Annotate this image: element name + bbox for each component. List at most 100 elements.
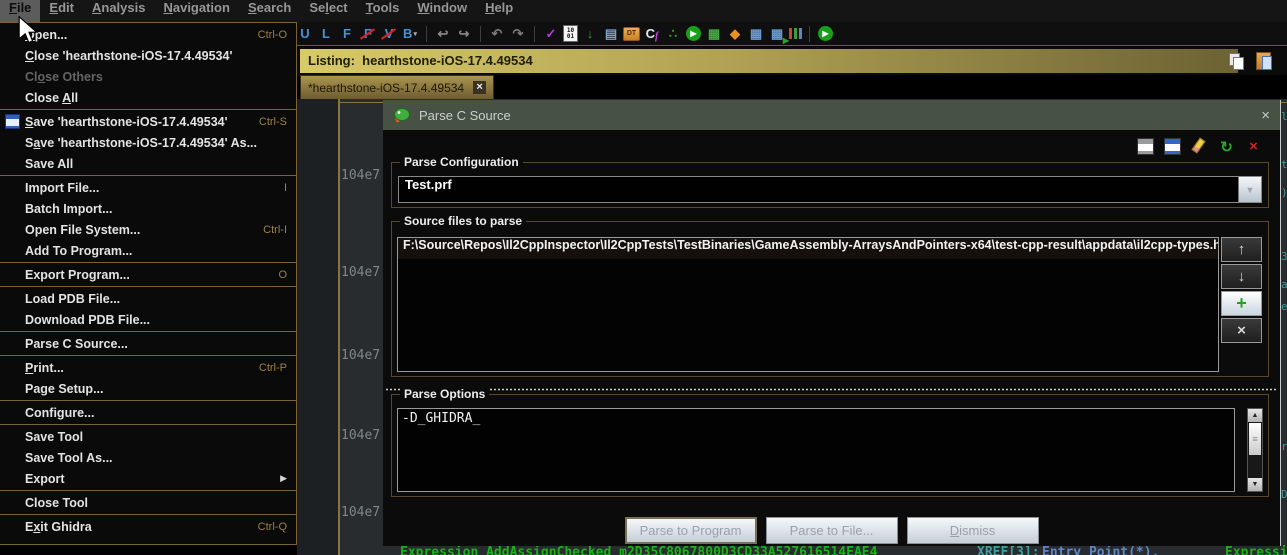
menubar-item-edit[interactable]: Edit — [40, 0, 83, 22]
format-underline-icon[interactable]: U — [296, 25, 314, 43]
save-profile-icon[interactable] — [1137, 138, 1154, 155]
table-export-icon[interactable]: ▦▶ — [768, 25, 786, 43]
address-label: 104e7 — [341, 428, 380, 443]
data-type-manager-icon[interactable]: DT — [623, 27, 640, 41]
main-toolbar: ULFFVB▾↩↪↶↷✓1001↓▤DTCf∴▶▦◆▦▦▶▶ — [292, 22, 1287, 46]
menu-item-save-tool[interactable]: Save Tool — [0, 426, 296, 447]
menu-item-open[interactable]: Open...Ctrl-O — [0, 24, 296, 45]
menu-item-add-to-program[interactable]: Add To Program... — [0, 240, 296, 261]
menu-item-save-tool-as[interactable]: Save Tool As... — [0, 447, 296, 468]
parse-options-input[interactable]: -D_GHIDRA_ — [397, 408, 1235, 492]
splitter-handle[interactable] — [385, 388, 1278, 391]
menu-item-page-setup[interactable]: Page Setup... — [0, 378, 296, 399]
dialog-body: ↻× Parse Configuration Test.prf Source f… — [383, 130, 1280, 546]
assembly-text-segment: Entry Point(*), — [1042, 545, 1159, 555]
validate-icon[interactable]: ✓ — [542, 25, 560, 43]
assembly-line: Expression_AddAssignChecked_m2D35C806780… — [297, 545, 1287, 555]
tab-bar: *hearthstone-iOS-17.4.49534 — [297, 75, 1287, 99]
move-up-button[interactable]: ↑ — [1221, 237, 1262, 262]
clear-function-icon[interactable]: F — [359, 25, 377, 43]
clipped-char: e — [1281, 300, 1287, 313]
menu-item-close-all[interactable]: Close All — [0, 87, 296, 108]
bookmark-icon[interactable]: B▾ — [401, 25, 419, 43]
symbol-tree-icon[interactable]: ∴ — [664, 25, 682, 43]
source-files-list[interactable]: F:\Source\Repos\Il2CppInspector\Il2CppTe… — [397, 237, 1219, 372]
add-file-button[interactable]: + — [1221, 291, 1262, 316]
source-files-group: Source files to parse F:\Source\Repos\Il… — [391, 221, 1269, 377]
scroll-up-icon[interactable] — [1248, 409, 1262, 422]
parse-to-program-button[interactable]: Parse to Program — [625, 517, 757, 544]
mouse-cursor — [17, 16, 39, 44]
toolbar-separator — [480, 26, 481, 42]
menubar-item-tools[interactable]: Tools — [357, 0, 409, 22]
refresh-icon[interactable]: ↻ — [1218, 138, 1235, 155]
chevron-down-icon[interactable] — [1238, 177, 1261, 202]
parse-options-value: -D_GHIDRA_ — [402, 411, 480, 426]
menubar-item-select[interactable]: Select — [300, 0, 356, 22]
memory-icon[interactable]: ▦ — [705, 25, 723, 43]
diamond-icon[interactable]: ◆ — [726, 25, 744, 43]
dismiss-button[interactable]: Dismiss — [907, 517, 1039, 544]
tab-close-icon[interactable] — [473, 81, 486, 94]
paste-icon[interactable] — [1256, 52, 1271, 70]
scroll-down-icon[interactable] — [1248, 478, 1262, 491]
paste-previous-icon[interactable]: ↩ — [434, 25, 452, 43]
parse-to-file-button[interactable]: Parse to File... — [766, 517, 898, 544]
menu-item-print[interactable]: Print...Ctrl-P — [0, 357, 296, 378]
memory-map-icon[interactable]: ▤ — [602, 25, 620, 43]
remove-file-button[interactable]: × — [1221, 318, 1262, 343]
menu-item-close-hearthstone-ios-17-4-49534[interactable]: Close 'hearthstone-iOS-17.4.49534' — [0, 45, 296, 66]
menu-item-save-hearthstone-ios-17-4-49534-as[interactable]: Save 'hearthstone-iOS-17.4.49534' As... — [0, 132, 296, 153]
menu-item-exit-ghidra[interactable]: Exit GhidraCtrl-Q — [0, 516, 296, 537]
menubar-item-help[interactable]: Help — [476, 0, 522, 22]
table-icon[interactable]: ▦ — [747, 25, 765, 43]
paste-next-icon[interactable]: ↪ — [455, 25, 473, 43]
scrollbar-thumb[interactable] — [1249, 423, 1261, 455]
menubar-item-navigation[interactable]: Navigation — [154, 0, 238, 22]
clear-variable-icon[interactable]: V — [380, 25, 398, 43]
address-label: 104e7 — [341, 505, 380, 520]
byte-viewer-icon[interactable]: 1001 — [563, 25, 578, 42]
dialog-close-icon[interactable] — [1261, 107, 1270, 124]
dialog-titlebar[interactable]: Parse C Source — [383, 100, 1280, 130]
menu-item-load-pdb-file[interactable]: Load PDB File... — [0, 288, 296, 309]
copy-icon[interactable] — [1229, 53, 1243, 68]
clipped-char: ) — [1281, 186, 1287, 199]
import-icon[interactable]: ↓ — [581, 25, 599, 43]
menu-item-export[interactable]: Export▶ — [0, 468, 296, 489]
address-label: 104e7 — [341, 265, 380, 280]
menubar-item-window[interactable]: Window — [408, 0, 476, 22]
menubar-item-search[interactable]: Search — [239, 0, 300, 22]
clear-profile-icon[interactable] — [1191, 138, 1208, 155]
menu-item-export-program[interactable]: Export Program...O — [0, 264, 296, 285]
redo-icon[interactable]: ↷ — [509, 25, 527, 43]
parse-configuration-select[interactable]: Test.prf — [398, 176, 1262, 203]
tab-hearthstone[interactable]: *hearthstone-iOS-17.4.49534 — [300, 75, 494, 99]
menu-item-close-tool[interactable]: Close Tool — [0, 492, 296, 513]
menu-item-save-all[interactable]: Save All — [0, 153, 296, 174]
menu-item-open-file-system[interactable]: Open File System...Ctrl-I — [0, 219, 296, 240]
source-file-item[interactable]: F:\Source\Repos\Il2CppInspector\Il2CppTe… — [398, 238, 1218, 259]
assembly-text-segment: Expressio — [1225, 545, 1287, 555]
script-manager-icon[interactable]: ▶ — [818, 26, 833, 41]
save-profile-as-icon[interactable] — [1164, 138, 1181, 155]
menu-item-import-file[interactable]: Import File...I — [0, 177, 296, 198]
chart-icon[interactable] — [789, 28, 802, 39]
listing-header[interactable]: Listing: hearthstone-iOS-17.4.49534 — [300, 49, 1238, 73]
move-down-button[interactable]: ↓ — [1221, 264, 1262, 289]
menu-item-download-pdb-file[interactable]: Download PDB File... — [0, 309, 296, 330]
menu-item-batch-import[interactable]: Batch Import... — [0, 198, 296, 219]
menubar-item-analysis[interactable]: Analysis — [83, 0, 154, 22]
list-buttons: ↑↓+× — [1221, 237, 1262, 345]
menu-item-parse-c-source[interactable]: Parse C Source... — [0, 333, 296, 354]
format-label-icon[interactable]: L — [317, 25, 335, 43]
parse-options-scrollbar[interactable] — [1247, 408, 1263, 492]
delete-profile-icon[interactable]: × — [1245, 138, 1262, 155]
menu-item-close-others[interactable]: Close Others — [0, 66, 296, 87]
decompiler-icon[interactable]: Cf — [643, 25, 661, 43]
menu-item-save-hearthstone-ios-17-4-49534[interactable]: Save 'hearthstone-iOS-17.4.49534'Ctrl-S — [0, 111, 296, 132]
undo-icon[interactable]: ↶ — [488, 25, 506, 43]
run-script-icon[interactable]: ▶ — [686, 26, 701, 41]
menu-item-configure[interactable]: Configure... — [0, 402, 296, 423]
format-function-icon[interactable]: F — [338, 25, 356, 43]
